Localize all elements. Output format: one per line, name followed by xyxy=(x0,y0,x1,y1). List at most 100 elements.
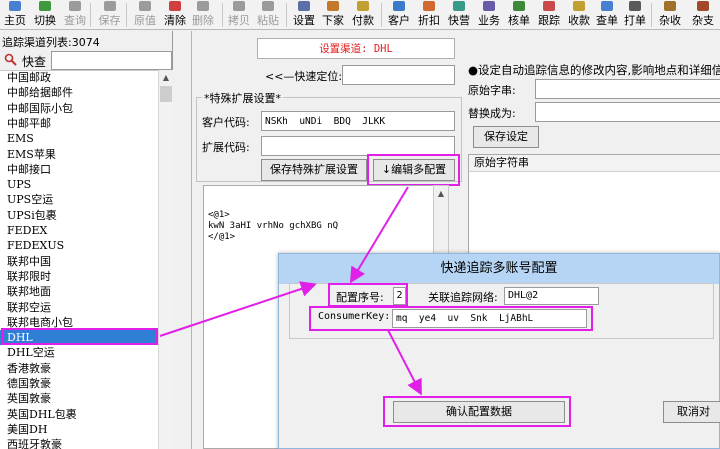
auto-track-note: ●设定自动追踪信息的修改内容,影响地点和详细信 xyxy=(468,63,720,77)
quick-search-input[interactable] xyxy=(51,51,172,70)
toolbar-button-9[interactable]: 设置 xyxy=(289,0,319,30)
dialog-title: 快递追踪多账号配置 xyxy=(279,254,719,284)
toolbar-button-label: 收款 xyxy=(568,14,590,27)
list-item[interactable]: 中邮平邮 xyxy=(0,116,158,131)
toolbar-button-5[interactable]: 清除 xyxy=(160,0,190,30)
toolbar-button-16[interactable]: 核单 xyxy=(504,0,534,30)
list-item[interactable]: 西班牙敦豪 xyxy=(0,437,158,449)
copy-icon xyxy=(233,1,245,11)
list-item[interactable]: 德国敦豪 xyxy=(0,376,158,391)
toolbar-button-4[interactable]: 原值 xyxy=(130,0,160,30)
save-setting-button[interactable]: 保存设定 xyxy=(473,126,539,148)
list-item[interactable]: 联邦中国 xyxy=(0,254,158,269)
linked-network-label: 关联追踪网络: xyxy=(428,291,498,304)
toolbar-button-label: 客户 xyxy=(388,14,410,27)
list-item[interactable]: 美国DH xyxy=(0,422,158,437)
toolbar-button-22[interactable]: 杂支 xyxy=(686,0,720,30)
express-icon xyxy=(453,1,465,11)
list-item[interactable]: 英国敦豪 xyxy=(0,391,158,406)
original-string-column-header[interactable]: 原始字符串 xyxy=(469,155,720,172)
toolbar-button-19[interactable]: 查单 xyxy=(592,0,622,30)
toolbar-button-14[interactable]: 快营 xyxy=(444,0,474,30)
quick-locate-input[interactable] xyxy=(342,65,455,85)
scroll-up-icon[interactable]: ▲ xyxy=(159,70,173,85)
toolbar-button-label: 删除 xyxy=(192,14,214,27)
list-item[interactable]: 中邮给据邮件 xyxy=(0,85,158,100)
next-party-icon xyxy=(327,1,339,11)
toolbar-button-label: 快营 xyxy=(448,14,470,27)
cancel-config-button[interactable]: 取消对 xyxy=(663,401,720,423)
customer-code-input[interactable] xyxy=(261,111,455,131)
list-item[interactable]: 联邦限时 xyxy=(0,269,158,284)
toolbar-button-2[interactable]: 查询 xyxy=(60,0,90,30)
list-item[interactable]: 联邦地面 xyxy=(0,284,158,299)
toolbar-button-21[interactable]: 杂收 xyxy=(654,0,686,30)
toolbar-button-label: 核单 xyxy=(508,14,530,27)
toolbar-button-6[interactable]: 删除 xyxy=(188,0,218,30)
toolbar-button-label: 业务 xyxy=(478,14,500,27)
toolbar-button-7[interactable]: 拷贝 xyxy=(224,0,254,30)
toolbar-separator xyxy=(90,3,91,27)
quick-locate-label: <<—快速定位: xyxy=(265,70,343,83)
channel-list[interactable]: 中国邮政 中邮给据邮件 中邮国际小包 中邮平邮 EMS EMS苹果 中邮接口 UPS UPS空运… xyxy=(0,70,158,449)
replace-input[interactable] xyxy=(535,102,720,122)
list-item[interactable]: FEDEX xyxy=(0,223,158,238)
scroll-up-icon[interactable]: ▲ xyxy=(434,186,448,201)
toolbar-button-label: 粘贴 xyxy=(257,14,279,27)
toolbar-button-label: 付款 xyxy=(352,14,374,27)
toolbar-separator xyxy=(126,3,127,27)
payment-icon xyxy=(357,1,369,11)
toolbar-button-1[interactable]: 切换 xyxy=(30,0,60,30)
toolbar-button-11[interactable]: 付款 xyxy=(348,0,378,30)
list-item[interactable]: DHL空运 xyxy=(0,345,158,360)
original-string-label: 原始字串: xyxy=(468,84,516,97)
list-item[interactable]: 英国DHL包裹 xyxy=(0,407,158,422)
list-item[interactable]: 联邦电商小包 xyxy=(0,315,158,330)
toolbar-button-label: 清除 xyxy=(164,14,186,27)
setting-channel-display: 设置渠道: DHL xyxy=(257,38,455,59)
ext-code-input[interactable] xyxy=(261,136,455,156)
save-special-ext-button[interactable]: 保存特殊扩展设置 xyxy=(261,159,367,181)
toolbar-button-label: 折扣 xyxy=(418,14,440,27)
list-item[interactable]: UPS xyxy=(0,177,158,192)
list-item[interactable]: 中国邮政 xyxy=(0,71,158,85)
toolbar-button-3[interactable]: 保存 xyxy=(93,0,126,30)
toolbar-button-label: 杂支 xyxy=(692,14,714,27)
list-item[interactable]: 联邦空运 xyxy=(0,300,158,315)
scroll-thumb[interactable] xyxy=(160,86,172,102)
channel-list-scrollbar[interactable]: ▲ xyxy=(158,70,173,449)
replace-rules-table[interactable]: 原始字符串 xyxy=(468,154,720,254)
list-item[interactable]: DHL xyxy=(0,330,158,346)
config-index-highlight xyxy=(328,283,408,307)
list-item[interactable]: UPS空运 xyxy=(0,192,158,207)
linked-network-value: DHL@2 xyxy=(504,287,599,305)
list-item[interactable]: 中邮国际小包 xyxy=(0,101,158,116)
toolbar-button-0[interactable]: 主页 xyxy=(0,0,30,30)
toolbar-separator xyxy=(651,3,652,27)
list-item[interactable]: EMS苹果 xyxy=(0,147,158,162)
misc-income-icon xyxy=(664,1,676,11)
toolbar-button-12[interactable]: 客户 xyxy=(384,0,414,30)
toolbar-button-10[interactable]: 下家 xyxy=(318,0,348,30)
business-icon xyxy=(483,1,495,11)
undo-icon xyxy=(139,1,151,11)
toolbar-button-13[interactable]: 折扣 xyxy=(414,0,444,30)
toolbar-button-label: 杂收 xyxy=(659,14,681,27)
list-item[interactable]: FEDEXUS xyxy=(0,238,158,253)
toolbar-button-17[interactable]: 跟踪 xyxy=(534,0,564,30)
original-string-input[interactable] xyxy=(535,79,720,99)
list-item[interactable]: UPSi包裹 xyxy=(0,208,158,223)
list-item[interactable]: 中邮接口 xyxy=(0,162,158,177)
toolbar-button-8[interactable]: 粘贴 xyxy=(253,0,283,30)
toolbar-button-label: 拷贝 xyxy=(228,14,250,27)
toolbar-button-15[interactable]: 业务 xyxy=(474,0,504,30)
toolbar-button-20[interactable]: 打单 xyxy=(620,0,650,30)
list-item[interactable]: EMS xyxy=(0,131,158,146)
config-line-key: kwN 3aHI vrhNo gchXBG nQ xyxy=(208,221,339,231)
replace-label: 替换成为: xyxy=(468,107,516,120)
customer-icon xyxy=(393,1,405,11)
list-item[interactable]: 香港敦豪 xyxy=(0,361,158,376)
toolbar-button-18[interactable]: 收款 xyxy=(564,0,594,30)
toolbar-button-label: 保存 xyxy=(98,14,121,27)
print-icon xyxy=(629,1,641,11)
